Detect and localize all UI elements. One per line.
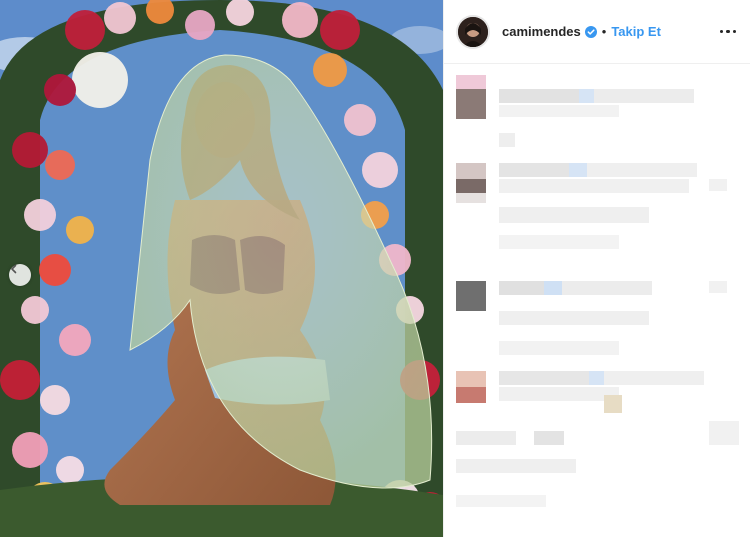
blurred-text	[499, 341, 619, 355]
more-options-icon[interactable]	[719, 29, 736, 34]
blurred-avatar	[456, 387, 486, 403]
blurred-text	[499, 179, 689, 193]
blurred-text	[587, 163, 697, 177]
blurred-avatar	[456, 193, 486, 203]
avatar[interactable]	[456, 14, 490, 49]
blurred-avatar	[456, 179, 486, 193]
blurred-text	[589, 371, 604, 385]
blurred-avatar	[456, 281, 486, 311]
blurred-text	[499, 311, 649, 325]
post-header: camimendes • Takip Et	[444, 0, 750, 64]
blurred-avatar	[456, 163, 486, 179]
blurred-text	[456, 459, 576, 473]
separator-dot: •	[601, 24, 607, 39]
blurred-text	[499, 281, 544, 295]
blurred-text	[499, 133, 515, 147]
blurred-text	[499, 371, 589, 385]
blurred-text	[709, 179, 727, 191]
username-link[interactable]: camimendes	[502, 24, 581, 39]
blurred-text	[604, 395, 622, 413]
blurred-text	[499, 163, 569, 177]
blurred-text	[569, 163, 587, 177]
previous-slide-button[interactable]	[9, 264, 31, 286]
blurred-text	[544, 281, 562, 295]
instagram-post: camimendes • Takip Et	[0, 0, 750, 537]
blurred-text	[579, 89, 594, 103]
blurred-text	[456, 495, 546, 507]
verified-badge-icon	[584, 25, 597, 38]
blurred-text	[499, 105, 619, 117]
blurred-avatar	[456, 371, 486, 387]
photo-illustration	[0, 0, 443, 537]
follow-button[interactable]: Takip Et	[611, 24, 661, 39]
blurred-avatar	[456, 75, 486, 89]
post-sidebar: camimendes • Takip Et	[443, 0, 750, 537]
blurred-text	[709, 281, 727, 293]
blurred-text	[499, 387, 619, 401]
blurred-text	[604, 371, 704, 385]
blurred-avatar	[456, 89, 486, 119]
post-photo[interactable]	[0, 0, 443, 537]
blurred-text	[534, 431, 564, 445]
blurred-text	[499, 235, 619, 249]
blurred-text	[709, 421, 739, 445]
blurred-text	[562, 281, 652, 295]
avatar-image	[458, 16, 488, 47]
blurred-text	[499, 207, 649, 223]
blurred-text	[594, 89, 694, 103]
blurred-text	[499, 89, 579, 103]
comments-area-pixelated	[444, 65, 750, 537]
blurred-text	[456, 431, 516, 445]
chevron-left-icon	[11, 264, 17, 274]
